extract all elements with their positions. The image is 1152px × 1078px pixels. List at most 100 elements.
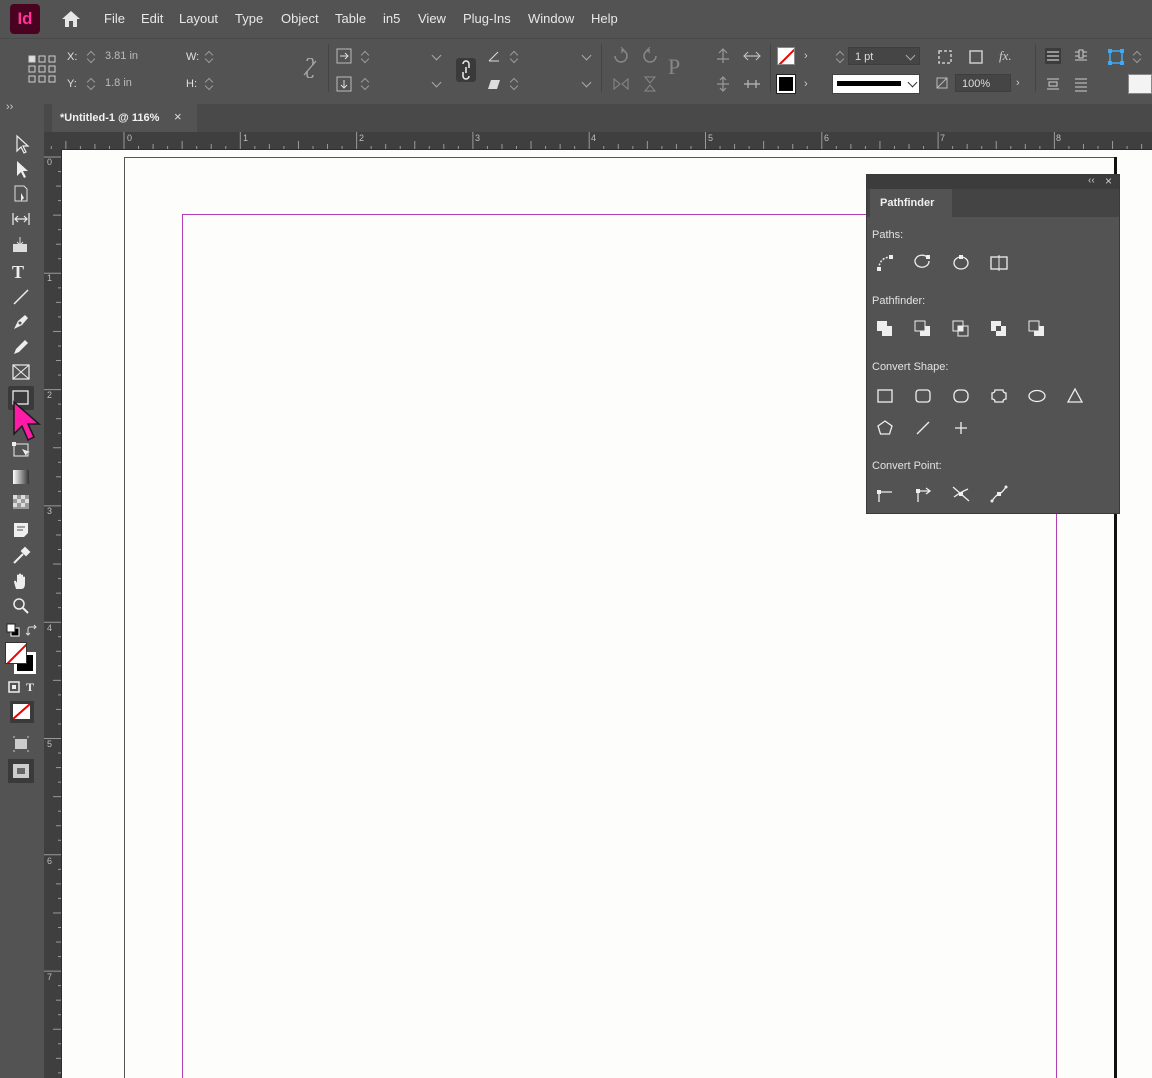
constrain-proportions-icon[interactable] [302,58,318,78]
fill-color-box[interactable] [5,642,27,664]
menu-type[interactable]: Type [235,11,263,26]
document-tab-close-icon[interactable]: × [174,109,182,124]
h-stepper[interactable] [205,77,214,91]
pen-tool-icon[interactable] [10,311,32,333]
panel-close-icon[interactable]: × [1105,174,1112,188]
type-tool-icon[interactable]: T [12,262,24,283]
close-path-icon[interactable] [950,252,972,274]
stroke-type-dropdown[interactable] [907,77,918,88]
stroke-swatch-chevron-icon[interactable]: › [804,78,808,90]
panel-collapse-double-chevron-icon[interactable]: ‹‹ [1088,175,1095,186]
text-wrap-shape-icon[interactable] [1044,75,1062,93]
minus-back-icon[interactable] [1026,318,1048,340]
selection-tool-icon[interactable] [10,133,32,155]
pencil-tool-icon[interactable] [10,336,32,358]
y-stepper[interactable] [87,77,96,91]
scale-y-icon[interactable] [336,76,352,92]
convert-orthogonal-line-icon[interactable] [950,417,972,439]
menu-file[interactable]: File [104,11,125,26]
document-tab-title[interactable]: *Untitled-1 @ 116% [60,112,159,124]
apply-none-button[interactable] [10,701,34,723]
menu-in5[interactable]: in5 [383,11,400,26]
page-tool-icon[interactable] [10,183,32,205]
x-field[interactable]: 3.81 in [105,50,138,62]
opacity-chevron-icon[interactable]: › [1016,77,1020,89]
subtract-shapes-icon[interactable] [912,318,934,340]
add-shapes-icon[interactable] [874,318,896,340]
home-icon[interactable] [60,9,82,29]
view-mode-icon[interactable] [10,733,32,755]
join-path-icon[interactable] [874,252,896,274]
free-transform-tool-icon[interactable] [10,439,32,461]
convert-inverse-rounded-rectangle-icon[interactable] [988,385,1010,407]
exclude-overlap-icon[interactable] [988,318,1010,340]
menu-window[interactable]: Window [528,11,574,26]
stroke-swatch[interactable] [776,74,796,94]
frame-icon[interactable] [967,48,985,66]
smooth-point-icon[interactable] [950,483,972,505]
scale-x-icon[interactable] [336,48,352,64]
open-path-icon[interactable] [912,252,934,274]
reference-point-icon[interactable] [28,54,56,84]
convert-triangle-icon[interactable] [1064,385,1086,407]
convert-line-icon[interactable] [912,417,934,439]
intersect-shapes-icon[interactable] [950,318,972,340]
distribute-icon[interactable] [742,75,762,93]
bounding-box-icon[interactable] [936,48,954,66]
menu-help[interactable]: Help [591,11,618,26]
constrain-scale-button[interactable] [456,58,476,82]
shear-stepper[interactable] [510,77,519,91]
fill-swatch[interactable] [777,47,795,65]
shear-angle-icon[interactable] [487,77,501,91]
convert-ellipse-icon[interactable] [1026,385,1048,407]
stroke-weight-stepper[interactable] [836,50,845,64]
gradient-swatch-tool-icon[interactable] [10,466,32,488]
line-tool-icon[interactable] [10,286,32,308]
text-wrap-jump-icon[interactable] [1072,75,1090,93]
flip-vertical-icon[interactable] [641,75,659,93]
menu-layout[interactable]: Layout [179,11,218,26]
reverse-path-icon[interactable] [988,252,1010,274]
stroke-type-select[interactable] [832,74,920,94]
fill-swatch-chevron-icon[interactable]: › [804,50,808,62]
gap-tool-icon[interactable] [10,208,32,230]
default-fill-stroke-icon[interactable] [6,623,20,637]
align-middle-icon[interactable] [714,75,732,93]
control-overflow-stepper[interactable] [1133,50,1142,64]
menu-edit[interactable]: Edit [141,11,163,26]
note-tool-icon[interactable] [10,519,32,541]
text-wrap-bounding-icon[interactable] [1072,47,1090,65]
swap-fill-stroke-icon[interactable] [25,624,39,638]
control-overflow-box[interactable] [1128,74,1152,94]
zoom-tool-icon[interactable] [10,595,32,617]
rectangle-frame-tool-icon[interactable] [10,361,32,383]
flip-horizontal-icon[interactable] [612,75,630,93]
align-horizontal-icon[interactable] [742,47,762,65]
screen-mode-button[interactable] [8,759,34,783]
rotate-counterclockwise-icon[interactable] [641,47,659,65]
menu-object[interactable]: Object [281,11,319,26]
menu-view[interactable]: View [418,11,446,26]
menu-plug-ins[interactable]: Plug-Ins [463,11,511,26]
content-collector-tool-icon[interactable] [10,234,32,256]
panel-collapse-icon[interactable]: ›› [6,101,13,113]
convert-beveled-rectangle-icon[interactable] [950,385,972,407]
y-field[interactable]: 1.8 in [105,77,132,89]
symmetrical-point-icon[interactable] [988,483,1010,505]
opacity-field[interactable]: 100% [955,74,1011,92]
plain-point-icon[interactable] [874,483,896,505]
formatting-container-icon[interactable] [8,681,20,693]
hand-tool-icon[interactable] [10,570,32,592]
corner-point-icon[interactable] [912,483,934,505]
rotation-angle-icon[interactable] [487,49,501,63]
scale-y-stepper[interactable] [361,77,370,91]
x-stepper[interactable] [87,50,96,64]
gradient-feather-tool-icon[interactable] [10,491,32,513]
pathfinder-panel-titlebar[interactable] [867,175,1119,189]
auto-fit-icon[interactable] [1106,47,1126,67]
direct-selection-tool-icon[interactable] [10,158,32,180]
align-top-icon[interactable] [714,47,732,65]
text-wrap-none-icon[interactable] [1044,47,1062,65]
opacity-icon[interactable] [935,76,949,90]
w-stepper[interactable] [205,50,214,64]
